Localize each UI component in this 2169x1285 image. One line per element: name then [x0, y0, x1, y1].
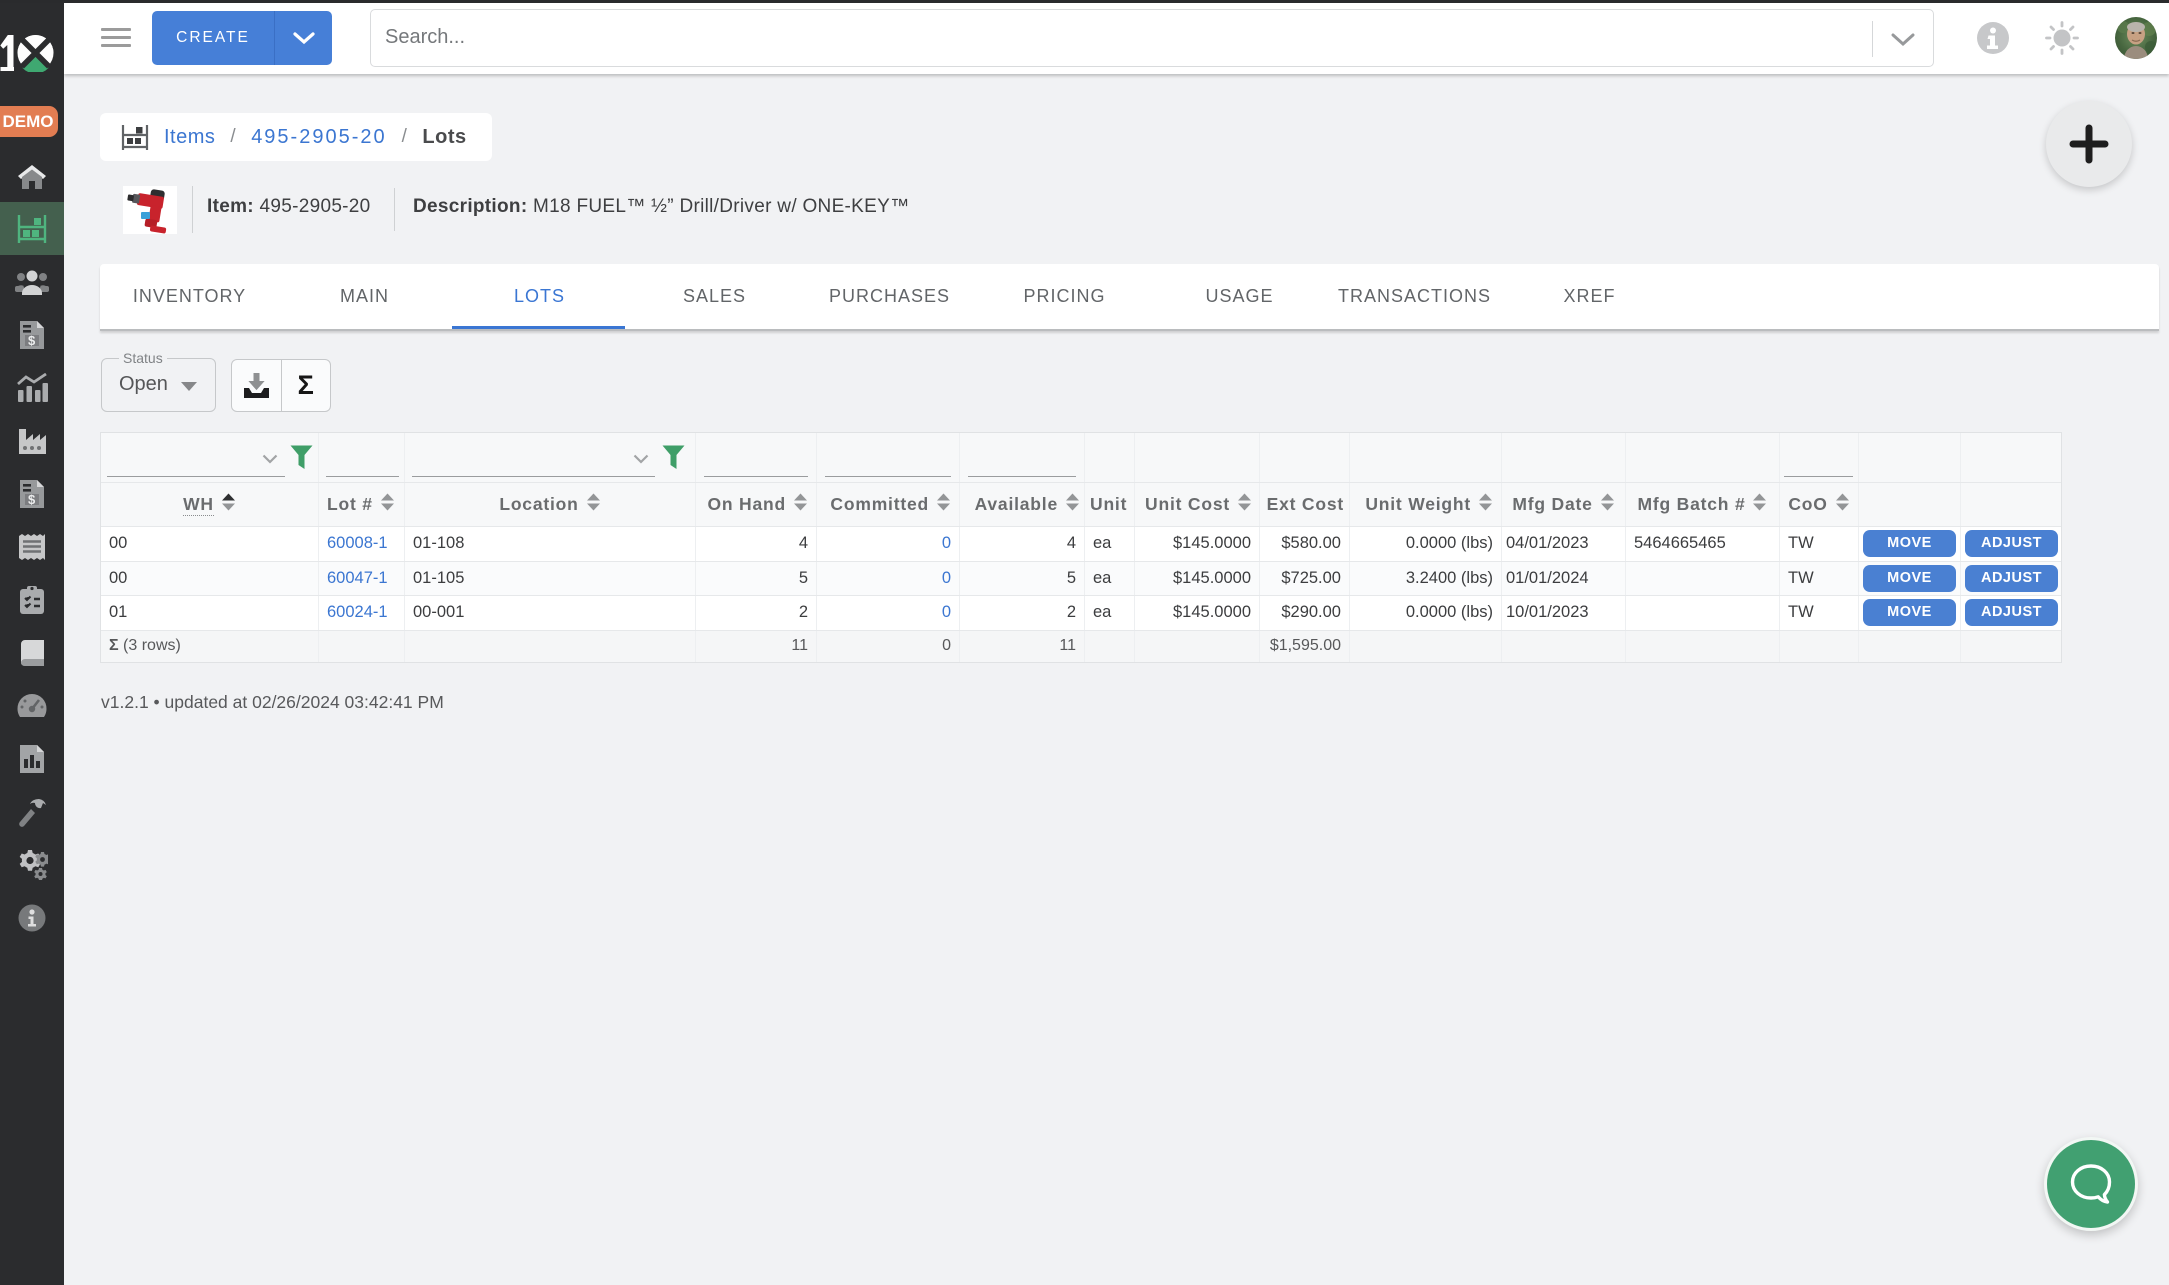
svg-text:$: $: [28, 333, 36, 348]
svg-text:$: $: [28, 492, 36, 507]
